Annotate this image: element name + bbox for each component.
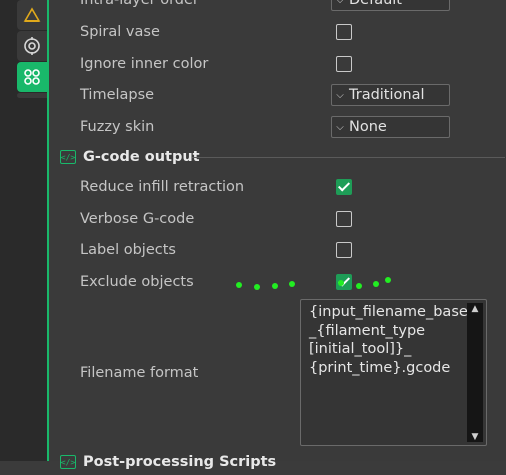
textarea-scrollbar[interactable]: ▲ ▼ [467, 303, 483, 442]
timelapse-combo[interactable]: ⌵ Traditional [331, 84, 450, 106]
setting-row-ignore-inner-color: Ignore inner color [80, 48, 506, 80]
setting-row-verbose-gcode: Verbose G-code [80, 203, 506, 235]
bed-icon [23, 7, 41, 22]
setting-label: Filename format [80, 365, 199, 381]
reduce-infill-retraction-checkbox[interactable] [336, 179, 352, 195]
setting-row-label-objects: Label objects [80, 234, 506, 266]
sidebar-item-partial [17, 93, 47, 98]
setting-label: Exclude objects [80, 274, 194, 290]
annotation-dot [236, 282, 242, 288]
settings-panel: Intra-layer order ⌵ Default Spiral vase … [49, 0, 506, 470]
ignore-inner-color-checkbox[interactable] [336, 56, 352, 72]
intra-layer-order-combo[interactable]: ⌵ Default [331, 0, 450, 11]
section-title: Post-processing Scripts [83, 454, 277, 470]
sidebar [0, 0, 49, 461]
setting-label: Spiral vase [80, 24, 160, 40]
annotation-dot [272, 283, 278, 289]
sidebar-item-others[interactable] [17, 62, 47, 92]
label-objects-checkbox[interactable] [336, 242, 352, 258]
filename-format-value: {input_filename_base} _{filament_type [i… [309, 304, 478, 376]
filename-format-textarea[interactable]: {input_filename_base} _{filament_type [i… [300, 299, 487, 446]
setting-label: Label objects [80, 242, 176, 258]
verbose-gcode-checkbox[interactable] [336, 211, 352, 227]
combo-value: Default [349, 0, 402, 8]
code-icon: </> [60, 150, 76, 164]
section-title: G-code output [83, 149, 200, 165]
chevron-down-icon[interactable]: ▼ [467, 432, 483, 442]
setting-row-spiral-vase: Spiral vase [80, 16, 506, 48]
chevron-down-icon: ⌵ [336, 121, 344, 133]
setting-label: Intra-layer order [80, 0, 199, 8]
annotation-dot [254, 284, 260, 290]
annotation-dot [338, 280, 344, 286]
sidebar-item-bed[interactable] [17, 0, 47, 30]
setting-label: Fuzzy skin [80, 119, 155, 135]
setting-label: Ignore inner color [80, 56, 209, 72]
setting-label: Reduce infill retraction [80, 179, 245, 195]
annotation-dot [385, 277, 391, 283]
chevron-down-icon: ⌵ [336, 0, 344, 6]
chevron-down-icon: ⌵ [336, 89, 344, 101]
section-divider [192, 157, 505, 158]
section-post-processing: </> Post-processing Scripts [60, 449, 500, 475]
spiral-vase-checkbox[interactable] [336, 24, 352, 40]
annotation-dot [289, 281, 295, 287]
sidebar-item-filament[interactable] [17, 31, 47, 61]
code-icon: </> [60, 455, 76, 469]
fuzzy-skin-combo[interactable]: ⌵ None [331, 116, 450, 138]
filament-target-icon [24, 37, 40, 55]
setting-label: Timelapse [80, 87, 155, 103]
chevron-up-icon[interactable]: ▲ [467, 304, 483, 314]
setting-row-reduce-infill-retraction: Reduce infill retraction [80, 171, 506, 203]
others-icon [24, 69, 40, 85]
setting-row-fuzzy-skin: Fuzzy skin ⌵ None [80, 111, 506, 143]
setting-label: Verbose G-code [80, 211, 195, 227]
section-gcode-output: </> G-code output [60, 144, 505, 170]
combo-value: None [349, 119, 387, 135]
annotation-dot [356, 283, 362, 289]
annotation-dot [373, 281, 379, 287]
setting-row-timelapse: Timelapse ⌵ Traditional [80, 79, 506, 111]
setting-row-intra-layer-order: Intra-layer order ⌵ Default [80, 0, 506, 16]
combo-value: Traditional [349, 87, 425, 103]
